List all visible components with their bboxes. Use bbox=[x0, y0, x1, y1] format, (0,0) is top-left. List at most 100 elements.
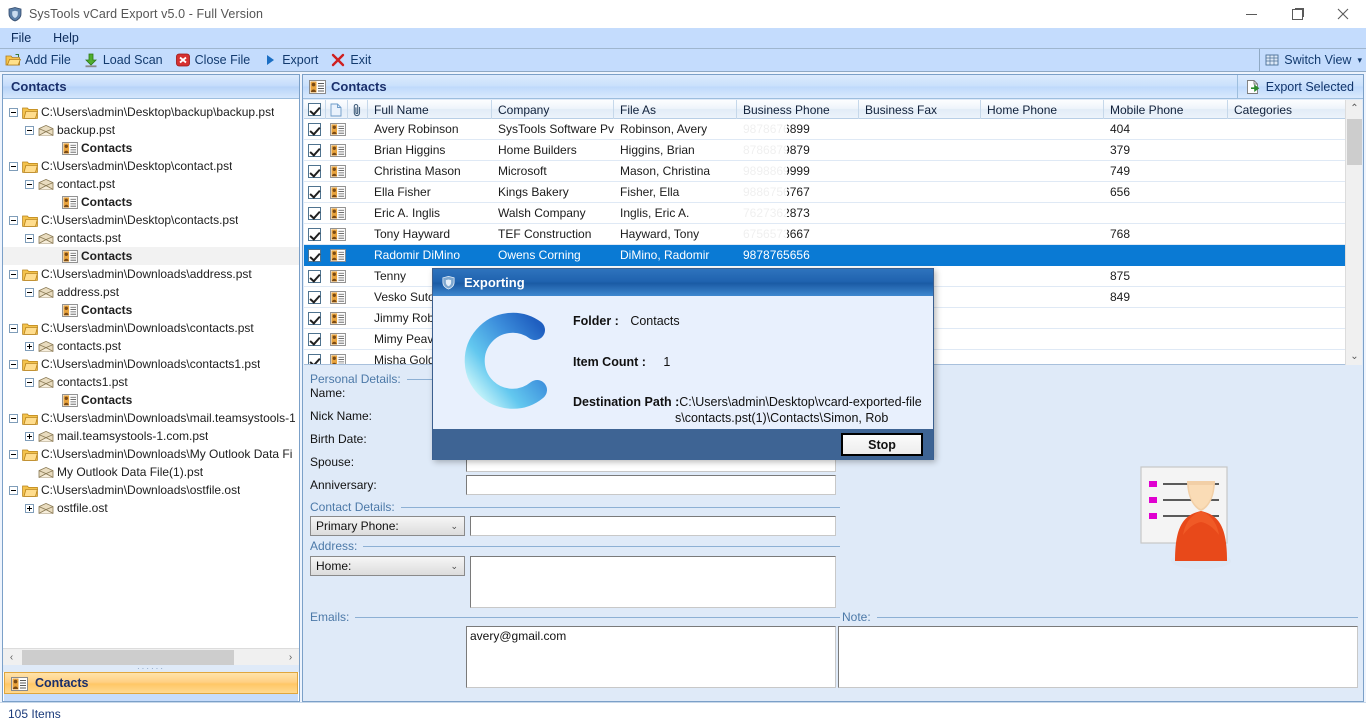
table-row[interactable]: Radomir DiMino Owens Corning DiMino, Radom… bbox=[304, 245, 1362, 266]
collapse-icon[interactable] bbox=[9, 485, 18, 495]
exit-button[interactable]: Exit bbox=[325, 50, 378, 71]
collapse-icon[interactable] bbox=[9, 323, 18, 333]
cell-check[interactable] bbox=[304, 245, 326, 266]
grid-column-header-categories[interactable]: Categories bbox=[1228, 100, 1345, 119]
cell-check[interactable] bbox=[304, 140, 326, 161]
row-checkbox[interactable] bbox=[308, 164, 321, 178]
tree-node[interactable]: contacts1.pst bbox=[3, 373, 299, 391]
cell-check[interactable] bbox=[304, 161, 326, 182]
collapse-icon[interactable] bbox=[9, 449, 18, 459]
grid-column-header-file_as[interactable]: File As bbox=[614, 100, 737, 119]
collapse-icon[interactable] bbox=[25, 233, 34, 243]
row-checkbox[interactable] bbox=[308, 353, 321, 364]
grid-column-header-business_phone[interactable]: Business Phone bbox=[737, 100, 859, 119]
table-row[interactable]: Brian Higgins Home Builders Higgins, Brian… bbox=[304, 139, 1362, 161]
splitter-grip[interactable]: ······ bbox=[3, 665, 299, 673]
folder-tree[interactable]: C:\Users\admin\Desktop\backup\backup.pst… bbox=[3, 100, 299, 683]
tree-node[interactable]: backup.pst bbox=[3, 121, 299, 139]
grid-column-header-business_fax[interactable]: Business Fax bbox=[859, 100, 981, 119]
scroll-right-icon[interactable]: › bbox=[282, 649, 299, 666]
tree-node[interactable]: address.pst bbox=[3, 283, 299, 301]
hscroll-track[interactable] bbox=[20, 649, 282, 666]
table-row[interactable]: Ella Fisher Kings Bakery Fisher, Ella 98867… bbox=[304, 181, 1362, 203]
tree-node[interactable]: contacts.pst bbox=[3, 337, 299, 355]
address-field[interactable] bbox=[470, 556, 836, 608]
tree-node[interactable]: mail.teamsystools-1.com.pst bbox=[3, 427, 299, 445]
collapse-icon[interactable] bbox=[9, 269, 18, 279]
close-icon[interactable] bbox=[1320, 0, 1366, 28]
tree-node[interactable]: C:\Users\admin\Downloads\mail.teamsystoo… bbox=[3, 409, 299, 427]
row-checkbox[interactable] bbox=[308, 290, 321, 304]
select-all-checkbox[interactable] bbox=[308, 103, 321, 116]
sidebar-horizontal-scrollbar[interactable]: ‹ › bbox=[3, 648, 299, 665]
collapse-icon[interactable] bbox=[9, 161, 18, 171]
collapse-icon[interactable] bbox=[25, 179, 34, 189]
cell-check[interactable] bbox=[304, 203, 326, 224]
collapse-icon[interactable] bbox=[9, 215, 18, 225]
expand-icon[interactable] bbox=[25, 431, 34, 441]
grid-column-header-check[interactable] bbox=[304, 100, 326, 119]
grid-column-header-attach[interactable] bbox=[348, 100, 368, 119]
cell-check[interactable] bbox=[304, 266, 326, 287]
tree-node[interactable]: ostfile.ost bbox=[3, 499, 299, 517]
tree-node[interactable]: Contacts bbox=[3, 391, 299, 409]
address-type-select[interactable]: Home: ⌄ bbox=[310, 556, 465, 576]
anniversary-field[interactable] bbox=[466, 475, 836, 495]
menu-help[interactable]: Help bbox=[42, 29, 90, 47]
expand-icon[interactable] bbox=[25, 341, 34, 351]
expand-icon[interactable] bbox=[25, 503, 34, 513]
add-file-button[interactable]: Add File bbox=[0, 50, 78, 71]
cell-check[interactable] bbox=[304, 224, 326, 245]
row-checkbox[interactable] bbox=[308, 143, 321, 157]
primary-phone-field[interactable] bbox=[470, 516, 836, 536]
cell-check[interactable] bbox=[304, 119, 326, 140]
collapse-icon[interactable] bbox=[9, 359, 18, 369]
table-row[interactable]: Eric A. Inglis Walsh Company Inglis, Eric … bbox=[304, 202, 1362, 224]
nav-button-contacts[interactable]: Contacts bbox=[4, 672, 298, 694]
tree-node[interactable]: C:\Users\admin\Desktop\backup\backup.pst bbox=[3, 103, 299, 121]
tree-node[interactable]: contacts.pst bbox=[3, 229, 299, 247]
tree-node[interactable]: Contacts bbox=[3, 247, 299, 265]
collapse-icon[interactable] bbox=[9, 413, 18, 423]
table-row[interactable]: Christina Mason Microsoft Mason, Christina… bbox=[304, 160, 1362, 182]
row-checkbox[interactable] bbox=[308, 206, 321, 220]
tree-node[interactable]: Contacts bbox=[3, 193, 299, 211]
table-row[interactable]: Tony Hayward TEF Construction Hayward, Ton… bbox=[304, 223, 1362, 245]
row-checkbox[interactable] bbox=[308, 248, 321, 262]
row-checkbox[interactable] bbox=[308, 311, 321, 325]
primary-phone-select[interactable]: Primary Phone: ⌄ bbox=[310, 516, 465, 536]
hscroll-thumb[interactable] bbox=[22, 649, 234, 665]
grid-column-header-full_name[interactable]: Full Name bbox=[368, 100, 492, 119]
collapse-icon[interactable] bbox=[25, 377, 34, 387]
tree-node[interactable]: C:\Users\admin\Desktop\contact.pst bbox=[3, 157, 299, 175]
minimize-button[interactable] bbox=[1228, 0, 1274, 28]
grid-header-row[interactable]: Full Name Company File As Business Phone Bus… bbox=[304, 100, 1362, 119]
tree-node[interactable]: contact.pst bbox=[3, 175, 299, 193]
collapse-icon[interactable] bbox=[25, 125, 34, 135]
grid-column-header-mobile_phone[interactable]: Mobile Phone bbox=[1104, 100, 1228, 119]
tree-node[interactable]: C:\Users\admin\Downloads\address.pst bbox=[3, 265, 299, 283]
load-scan-button[interactable]: Load Scan bbox=[78, 50, 170, 71]
tree-node[interactable]: C:\Users\admin\Downloads\My Outlook Data… bbox=[3, 445, 299, 463]
menu-file[interactable]: File bbox=[0, 29, 42, 47]
close-file-button[interactable]: Close File bbox=[170, 50, 258, 71]
collapse-icon[interactable] bbox=[25, 287, 34, 297]
table-row[interactable]: Avery Robinson SysTools Software Pv... Rob… bbox=[304, 119, 1362, 140]
row-checkbox[interactable] bbox=[308, 269, 321, 283]
tree-node[interactable]: C:\Users\admin\Downloads\ostfile.ost bbox=[3, 481, 299, 499]
emails-field[interactable]: avery@gmail.com bbox=[466, 626, 836, 688]
scroll-up-icon[interactable]: ⌃ bbox=[1346, 100, 1363, 117]
row-checkbox[interactable] bbox=[308, 332, 321, 346]
row-checkbox[interactable] bbox=[308, 185, 321, 199]
tree-node[interactable]: Contacts bbox=[3, 301, 299, 319]
row-checkbox[interactable] bbox=[308, 227, 321, 241]
cell-check[interactable] bbox=[304, 287, 326, 308]
cell-check[interactable] bbox=[304, 350, 326, 364]
cell-check[interactable] bbox=[304, 182, 326, 203]
grid-vertical-scrollbar[interactable]: ⌃ ⌄ bbox=[1345, 100, 1362, 365]
export-button[interactable]: Export bbox=[257, 50, 325, 71]
cell-check[interactable] bbox=[304, 308, 326, 329]
grid-column-header-company[interactable]: Company bbox=[492, 100, 614, 119]
tree-node[interactable]: My Outlook Data File(1).pst bbox=[3, 463, 299, 481]
switch-view-button[interactable]: Switch View ▾ bbox=[1259, 48, 1366, 72]
